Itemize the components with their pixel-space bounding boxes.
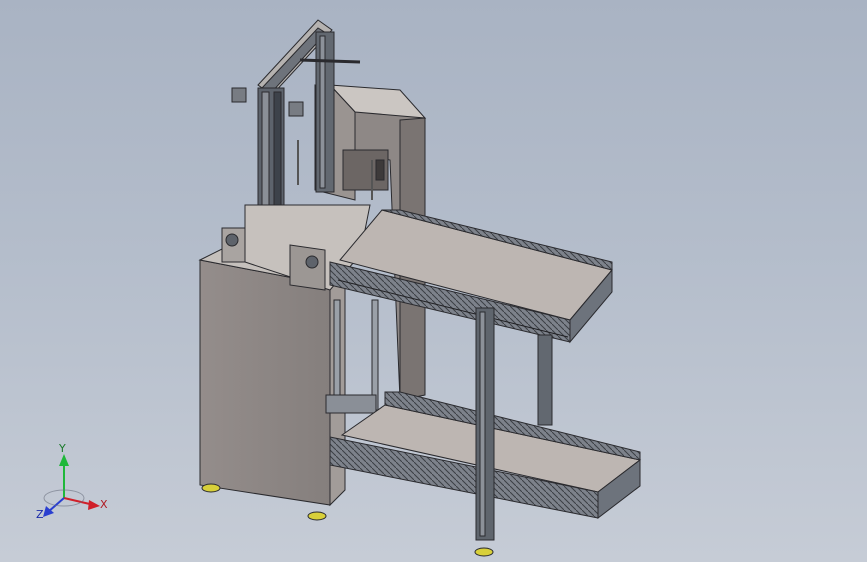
axis-triad: Y X Z: [36, 442, 108, 521]
cad-viewport[interactable]: Y X Z: [0, 0, 867, 562]
x-axis-label: X: [100, 498, 108, 511]
leveling-feet: [201, 483, 494, 557]
front-post: [475, 307, 495, 541]
y-axis-label: Y: [58, 442, 66, 455]
guide-rods: [325, 299, 379, 414]
z-axis-label: Z: [36, 508, 44, 521]
machine-model[interactable]: Y X Z: [0, 0, 867, 562]
